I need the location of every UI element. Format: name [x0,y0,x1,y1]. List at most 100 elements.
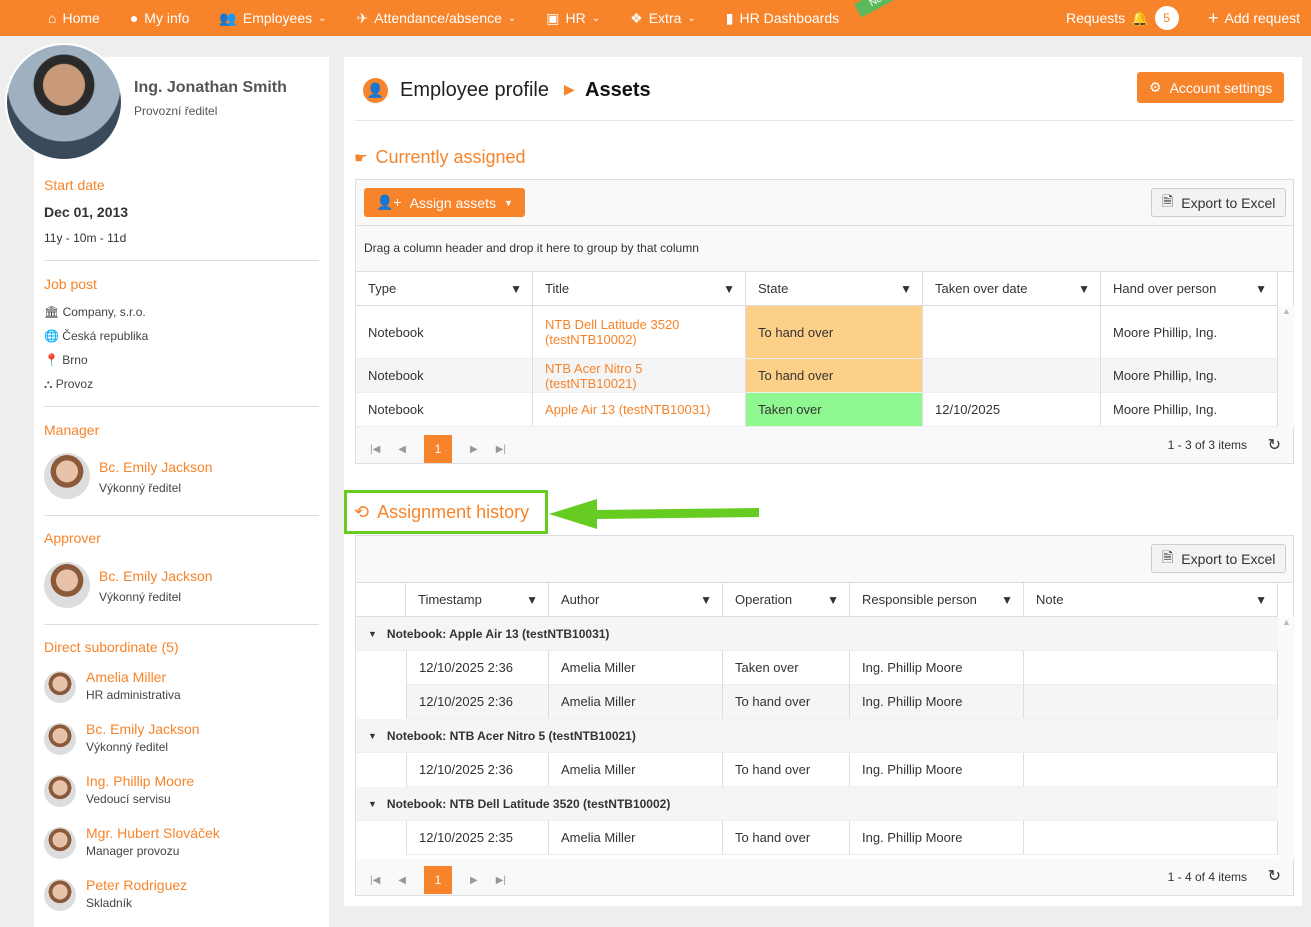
filter-icon[interactable]: ▼ [900,282,912,296]
subordinate-name[interactable]: Bc. Emily Jackson [86,721,200,737]
nav-home[interactable]: ⌂ Home [48,10,100,26]
manager-role: Výkonný ředitel [99,481,182,495]
filter-icon[interactable]: ▼ [1078,282,1090,296]
collapse-caret-icon[interactable]: ▼ [368,629,377,639]
user-circle-icon: 👤 [363,78,388,103]
group-row[interactable]: ▼ Notebook: NTB Acer Nitro 5 (testNTB1002… [356,719,1278,753]
chevron-down-icon: ⌄ [318,12,327,24]
last-page-icon[interactable]: ▶| [496,875,506,886]
breadcrumb-parent[interactable]: Employee profile [400,79,549,102]
subordinate-name[interactable]: Ing. Phillip Moore [86,773,194,789]
column-header[interactable]: State ▼ [746,272,923,306]
next-page-icon[interactable]: ▶ [470,444,478,455]
sitemap-icon: ⛬ [44,377,53,391]
department: Provoz [55,377,94,391]
bank-icon: 🏛 [44,305,60,319]
nav-hr[interactable]: ▣ HR ⌄ [546,10,600,27]
column-header[interactable]: Type ▼ [356,272,533,306]
filter-icon[interactable]: ▼ [723,282,735,296]
nav-my-info[interactable]: ● My info [130,10,190,26]
requests-button[interactable]: Requests 🔔 5 [1066,0,1179,36]
column-header[interactable]: Operation ▼ [723,583,850,617]
nav-hr-dashboards[interactable]: ▮ HR Dashboards [726,10,839,27]
group-drop-area[interactable]: Drag a column header and drop it here to… [356,225,1293,271]
group-indent [356,651,406,685]
filter-icon[interactable]: ▼ [1255,593,1267,607]
filter-icon[interactable]: ▼ [1001,593,1013,607]
assignment-history-label: Assignment history [377,502,530,522]
column-header[interactable] [356,583,406,617]
subordinate-name[interactable]: Amelia Miller [86,669,166,685]
nav-extra[interactable]: ❖ Extra ⌄ [630,10,696,27]
add-request-button[interactable]: + Add request [1208,0,1300,36]
table-cell: Amelia Miller [549,821,723,855]
account-settings-button[interactable]: ⚙ Account settings [1137,72,1285,103]
table-cell [923,359,1101,393]
assign-assets-button[interactable]: 👤+ Assign assets ▼ [364,188,525,217]
first-page-icon[interactable]: |◀ [370,875,380,886]
group-row[interactable]: ▼ Notebook: Apple Air 13 (testNTB10031) [356,617,1278,651]
filter-icon[interactable]: ▼ [700,593,712,607]
column-header-label: Title [545,281,570,296]
column-header[interactable]: Timestamp ▼ [406,583,549,617]
export-excel-button[interactable]: 🗎 Export to Excel [1151,188,1287,217]
subordinate-name[interactable]: Mgr. Hubert Slováček [86,825,220,841]
last-page-icon[interactable]: ▶| [496,444,506,455]
nav-employees[interactable]: 👥 Employees ⌄ [219,10,326,27]
scrollbar[interactable]: ▲ [1278,617,1295,859]
users-icon: 👥 [219,9,237,26]
chevron-down-icon: ⌄ [591,12,601,24]
refresh-icon[interactable]: ↻ [1268,435,1281,455]
manager-label: Manager [44,422,100,438]
column-header[interactable]: Note ▼ [1024,583,1278,617]
nav-attendance-absence[interactable]: ✈ Attendance/absence ⌄ [357,10,517,27]
asset-title-link[interactable]: NTB Acer Nitro 5 (testNTB10021) [533,359,746,393]
plane-icon: ✈ [356,9,369,26]
pager-summary: 1 - 4 of 4 items [1167,870,1247,884]
manager-name[interactable]: Bc. Emily Jackson [99,459,213,475]
start-date-label: Start date [44,177,105,193]
table-cell: Taken over [746,393,923,427]
collapse-caret-icon[interactable]: ▼ [368,731,377,741]
filter-icon[interactable]: ▼ [526,593,538,607]
group-row[interactable]: ▼ Notebook: NTB Dell Latitude 3520 (testN… [356,787,1278,821]
column-header[interactable]: Hand over person ▼ [1101,272,1278,306]
next-page-icon[interactable]: ▶ [470,875,478,886]
home-icon: ⌂ [48,10,57,26]
company: Company, s.r.o. [62,305,146,319]
export-excel-button[interactable]: 🗎 Export to Excel [1151,544,1287,573]
column-header[interactable]: Responsible person ▼ [850,583,1024,617]
account-settings-label: Account settings [1169,79,1273,96]
subordinate-name[interactable]: Peter Rodriguez [86,877,187,893]
asset-title-link[interactable]: NTB Dell Latitude 3520 (testNTB10002) [533,306,746,359]
collapse-caret-icon[interactable]: ▼ [368,799,377,809]
column-header-label: Taken over date [935,281,1028,296]
asset-title-link[interactable]: Apple Air 13 (testNTB10031) [533,393,746,427]
add-request-label: Add request [1224,10,1301,26]
table-cell: To hand over [723,821,850,855]
filter-icon[interactable]: ▼ [510,282,522,296]
profile-role: Provozní ředitel [134,104,218,118]
column-header[interactable]: Taken over date ▼ [923,272,1101,306]
group-label: Notebook: Apple Air 13 (testNTB10031) [386,626,610,641]
prev-page-icon[interactable]: ◀ [398,875,406,886]
nav-label: Extra [648,10,682,26]
table-cell: Amelia Miller [549,753,723,787]
page-1-button[interactable]: 1 [424,435,452,463]
approver-name[interactable]: Bc. Emily Jackson [99,568,213,584]
column-header[interactable]: Author ▼ [549,583,723,617]
page-1-button[interactable]: 1 [424,866,452,894]
first-page-icon[interactable]: |◀ [370,444,380,455]
refresh-icon[interactable]: ↻ [1268,866,1281,886]
table-cell: Moore Phillip, Ing. [1101,393,1278,427]
filter-icon[interactable]: ▼ [827,593,839,607]
profile-photo [5,43,123,161]
prev-page-icon[interactable]: ◀ [398,444,406,455]
table-cell: Notebook [356,359,533,393]
filter-icon[interactable]: ▼ [1255,282,1267,296]
table-cell: Ing. Phillip Moore [850,651,1024,685]
column-header[interactable]: Title ▼ [533,272,746,306]
scrollbar[interactable]: ▲ [1278,306,1295,427]
column-header-label: Note [1036,592,1064,607]
column-header-label: Operation [735,592,793,607]
